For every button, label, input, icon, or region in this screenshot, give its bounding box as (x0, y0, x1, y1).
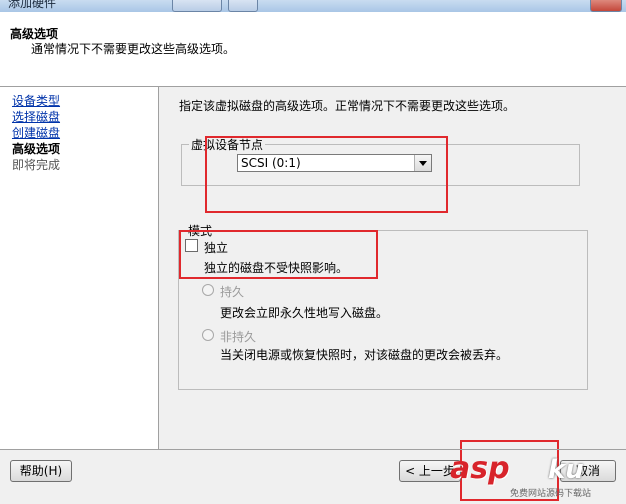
watermark-caption: 免费网站源码下载站 (510, 489, 592, 499)
site-watermark: asp ku 免费网站源码下载站 (450, 451, 620, 500)
nav-step-ready-to-complete: 即将完成 (12, 158, 61, 172)
close-icon[interactable] (590, 0, 622, 12)
nonpersistent-description: 当关闭电源或恢复快照时，对该磁盘的更改会被丢弃。 (220, 348, 509, 362)
wizard-header: 高级选项 通常情况下不需要更改这些高级选项。 (0, 12, 626, 87)
persistent-label[interactable]: 持久 (220, 283, 244, 300)
footer-divider (0, 449, 626, 450)
toolbar-button[interactable] (228, 0, 258, 12)
persistent-radio[interactable] (202, 284, 214, 296)
watermark-logo-asp: asp (450, 451, 510, 486)
watermark-logo-ku: ku (548, 455, 584, 485)
page-subtitle: 通常情况下不需要更改这些高级选项。 (31, 42, 236, 56)
highlight-device-node (205, 136, 448, 213)
nav-step-create-disk[interactable]: 创建磁盘 (12, 124, 60, 141)
nonpersistent-radio[interactable] (202, 329, 214, 341)
nonpersistent-label[interactable]: 非持久 (220, 328, 256, 345)
wizard-steps-nav: 设备类型 选择磁盘 创建磁盘 高级选项 即将完成 (0, 87, 159, 449)
persistent-description: 更改会立即永久性地写入磁盘。 (220, 306, 389, 320)
help-button[interactable]: 帮助(H) (10, 460, 72, 482)
nav-step-select-disk[interactable]: 选择磁盘 (12, 108, 60, 125)
highlight-independent (179, 230, 378, 279)
toolbar-button[interactable] (172, 0, 222, 12)
intro-text: 指定该虚拟磁盘的高级选项。正常情况下不需要更改这些选项。 (179, 99, 516, 113)
nav-step-advanced-options: 高级选项 (12, 142, 61, 156)
window-titlebar: 添加硬件 (0, 0, 626, 12)
nav-step-device-type[interactable]: 设备类型 (12, 92, 60, 109)
window-title: 添加硬件 (8, 0, 57, 10)
